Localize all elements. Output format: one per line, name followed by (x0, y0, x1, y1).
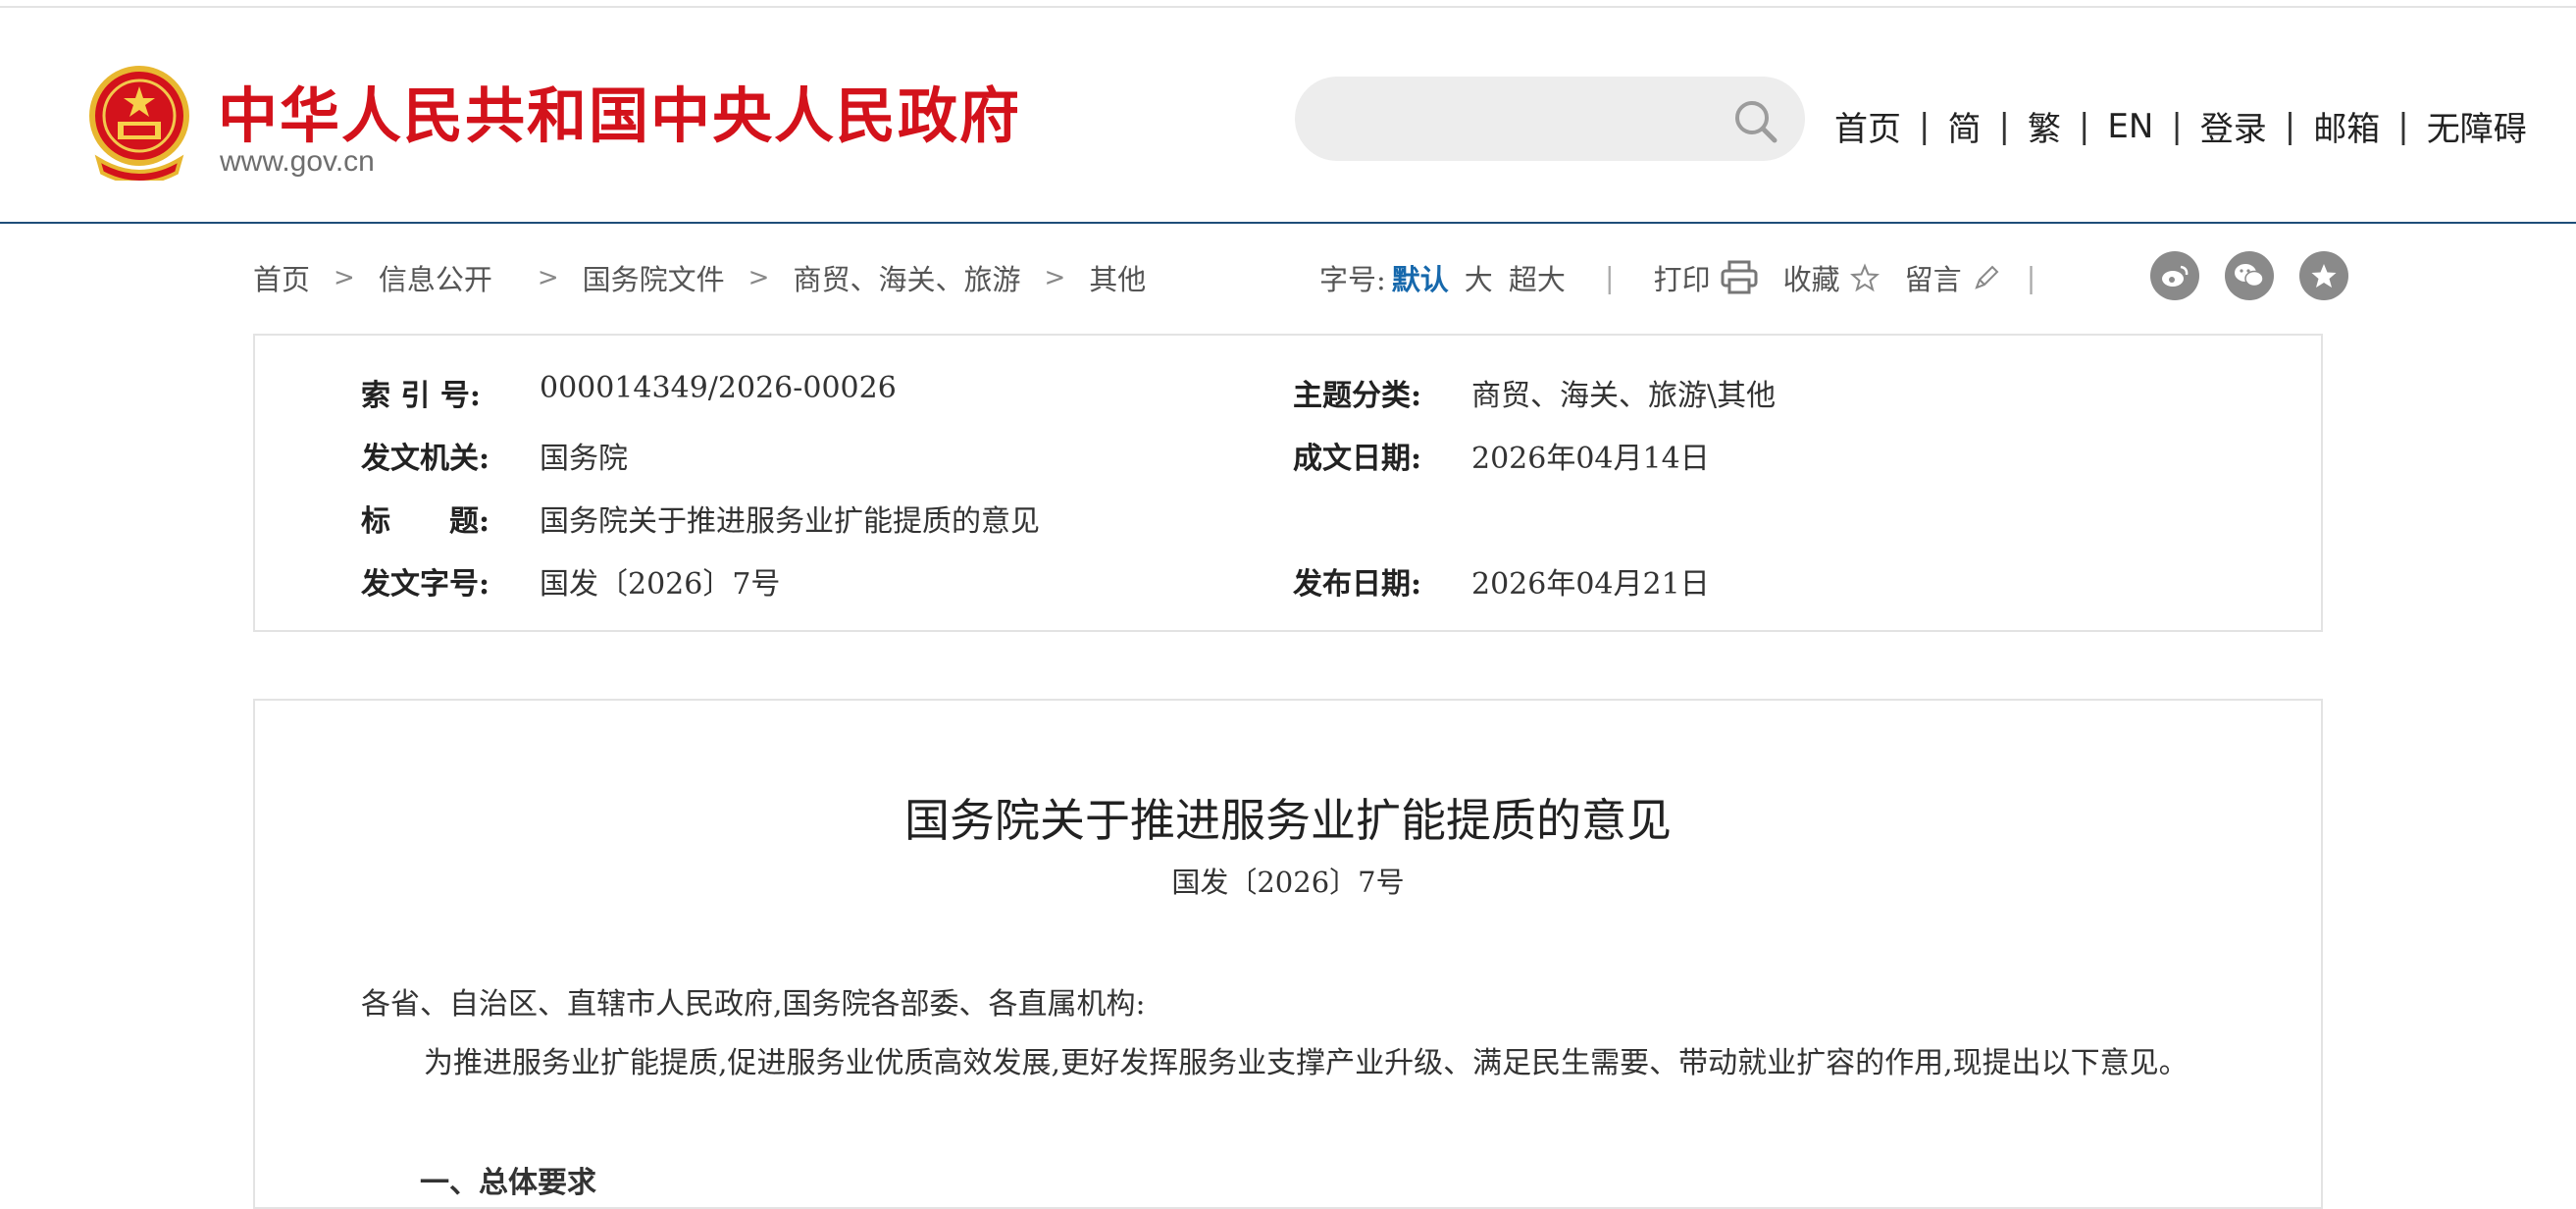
breadcrumb-toolbar-row: 首页 > 信息公开 > 国务院文件 > 商贸、海关、旅游 > 其他 字号: 默认… (253, 251, 2348, 306)
nav-english-link[interactable]: EN (2107, 107, 2153, 146)
document-title: 国务院关于推进服务业扩能提质的意见 (904, 794, 1672, 847)
meta-written-label: 成文日期: (1293, 442, 1422, 476)
meta-topic-value: 商贸、海关、旅游\其他 (1471, 379, 1777, 413)
font-size-xlarge[interactable]: 超大 (1509, 257, 1566, 298)
favorite-label: 收藏 (1782, 263, 1840, 296)
meta-docno-label: 发文字号: (361, 567, 490, 602)
nav-home-link[interactable]: 首页 (1834, 102, 1901, 150)
meta-issuer-value: 国务院 (540, 442, 628, 476)
site-header: 中华人民共和国中央人民政府 www.gov.cn 首页 | 简 | 繁 | EN… (0, 8, 2576, 224)
nav-traditional-link[interactable]: 繁 (2028, 102, 2061, 150)
meta-title-value: 国务院关于推进服务业扩能提质的意见 (540, 504, 1040, 539)
nav-separator: | (2171, 106, 2183, 146)
breadcrumb: 首页 > 信息公开 > 国务院文件 > 商贸、海关、旅游 > 其他 (253, 257, 1146, 298)
meta-index-label: 索 引 号: (361, 379, 481, 413)
nav-accessibility-link[interactable]: 无障碍 (2427, 102, 2527, 150)
weibo-icon[interactable] (2150, 251, 2199, 300)
tools-divider: | (2026, 261, 2036, 294)
meta-issuer-label: 发文机关: (361, 442, 490, 476)
print-button[interactable]: 打印 (1654, 257, 1758, 298)
document-body: 各省、自治区、直辖市人民政府,国务院各部委、各直属机构: 为推进服务业扩能提质,… (361, 975, 2225, 1093)
nav-separator: | (1919, 106, 1931, 146)
document-number: 国发〔2026〕7号 (1171, 866, 1405, 899)
document-salutation: 各省、自治区、直辖市人民政府,国务院各部委、各直属机构: (361, 987, 1146, 1022)
tools-divider: | (1604, 261, 1615, 294)
document-section-heading: 一、总体要求 (420, 1166, 596, 1200)
nav-login-link[interactable]: 登录 (2200, 102, 2267, 150)
wechat-icon[interactable] (2225, 251, 2274, 300)
nav-mailbox-link[interactable]: 邮箱 (2313, 102, 2380, 150)
print-label: 打印 (1653, 263, 1711, 296)
meta-published-value: 2026年04月21日 (1471, 567, 1710, 602)
chevron-right-icon: > (537, 263, 559, 292)
breadcrumb-other[interactable]: 其他 (1089, 257, 1146, 298)
chevron-right-icon: > (334, 263, 355, 292)
site-url[interactable]: www.gov.cn (220, 145, 375, 179)
pencil-icon (1974, 265, 1999, 289)
meta-title-label: 标 题: (361, 504, 490, 539)
font-size-label: 字号: (1319, 263, 1386, 296)
share-buttons (2125, 251, 2348, 300)
document-paragraph: 为推进服务业扩能提质,促进服务业优质高效发展,更好发挥服务业支撑产业升级、满足民… (424, 1046, 2189, 1080)
meta-written-value: 2026年04月14日 (1471, 442, 1710, 476)
printer-icon (1721, 260, 1758, 294)
article-tools: 字号: 默认 大 超大 | 打印 收藏 留言 | (1319, 257, 2075, 298)
search-input[interactable] (1295, 77, 1805, 161)
font-size-default[interactable]: 默认 (1392, 257, 1449, 298)
nav-separator: | (2078, 106, 2090, 146)
comment-label: 留言 (1904, 263, 1962, 296)
comment-button[interactable]: 留言 (1905, 257, 2001, 298)
top-navigation: 首页 | 简 | 繁 | EN | 登录 | 邮箱 | 无障碍 (1834, 102, 2527, 150)
favorite-button[interactable]: 收藏 (1783, 257, 1880, 298)
breadcrumb-state-council-docs[interactable]: 国务院文件 (583, 257, 725, 298)
meta-topic-label: 主题分类: (1293, 379, 1422, 413)
search-icon[interactable] (1732, 98, 1779, 145)
document-content: 国务院关于推进服务业扩能提质的意见 国发〔2026〕7号 各省、自治区、直辖市人… (253, 699, 2323, 1209)
chevron-right-icon: > (747, 263, 770, 292)
font-size-large[interactable]: 大 (1465, 257, 1493, 298)
nav-separator: | (2397, 106, 2409, 146)
site-title[interactable]: 中华人民共和国中央人民政府 (218, 67, 1021, 154)
meta-docno-value: 国发〔2026〕7号 (540, 567, 781, 602)
nav-separator: | (1998, 106, 2010, 146)
meta-index-value: 000014349/2026-00026 (540, 371, 897, 405)
breadcrumb-home[interactable]: 首页 (253, 257, 310, 298)
nav-simplified-link[interactable]: 简 (1947, 102, 1981, 150)
star-icon[interactable] (2299, 251, 2348, 300)
breadcrumb-trade-customs-tourism[interactable]: 商贸、海关、旅游 (793, 257, 1020, 298)
meta-published-label: 发布日期: (1293, 567, 1422, 602)
document-metadata: 索 引 号: 000014349/2026-00026 主题分类: 商贸、海关、… (253, 334, 2323, 632)
national-emblem-icon[interactable] (88, 65, 190, 181)
nav-separator: | (2284, 106, 2296, 146)
top-border (0, 0, 2576, 8)
star-outline-icon (1849, 263, 1880, 292)
breadcrumb-info-disclosure[interactable]: 信息公开 (379, 257, 492, 298)
chevron-right-icon: > (1044, 263, 1066, 292)
